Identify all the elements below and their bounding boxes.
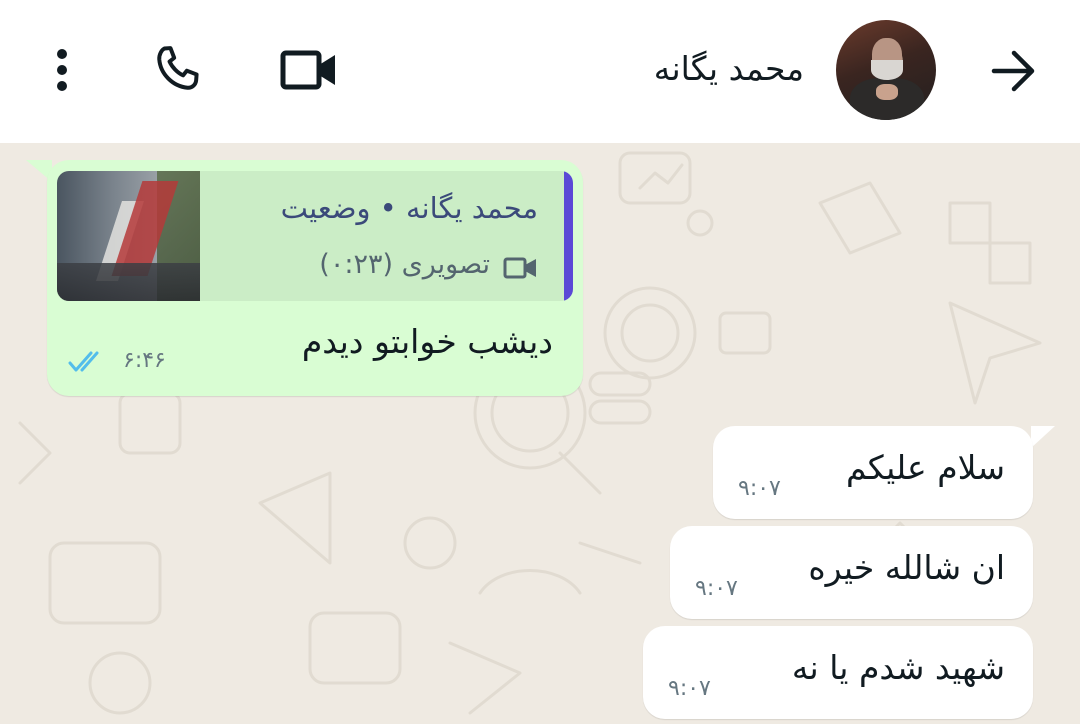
status-thumbnail xyxy=(57,171,200,301)
incoming-message[interactable]: سلام علیکم ۹:۰۷ xyxy=(713,426,1033,519)
avatar-beard xyxy=(871,60,903,80)
more-vertical-icon xyxy=(57,49,67,91)
chat-screen: محمد یگانه محمد یگانه • وضعیت تصویری (۰:… xyxy=(0,0,1080,724)
outgoing-message[interactable]: محمد یگانه • وضعیت تصویری (۰:۲۳) دیشب خو… xyxy=(47,160,583,396)
message-text: ان شالله خیره xyxy=(808,548,1005,587)
more-options-button[interactable] xyxy=(40,44,84,96)
contact-avatar[interactable] xyxy=(836,20,936,120)
double-check-icon xyxy=(68,351,99,372)
arrow-back-icon xyxy=(991,50,1035,92)
incoming-message[interactable]: شهید شدم یا نه ۹:۰۷ xyxy=(643,626,1033,719)
status-reply-quote[interactable]: محمد یگانه • وضعیت تصویری (۰:۲۳) xyxy=(57,171,573,301)
video-call-button[interactable] xyxy=(276,44,342,96)
message-time: ۹:۰۷ xyxy=(695,576,738,601)
video-camera-icon xyxy=(280,50,335,90)
message-list[interactable]: محمد یگانه • وضعیت تصویری (۰:۲۳) دیشب خو… xyxy=(0,143,1080,724)
phone-icon xyxy=(157,46,199,90)
message-text: شهید شدم یا نه xyxy=(791,648,1005,687)
incoming-bubble-tail xyxy=(1031,426,1055,448)
chat-header: محمد یگانه xyxy=(0,0,1080,143)
message-text: دیشب خوابتو دیدم xyxy=(301,322,553,361)
message-time: ۹:۰۷ xyxy=(668,676,711,701)
back-button[interactable] xyxy=(982,44,1044,98)
quote-media-label: تصویری (۰:۲۳) xyxy=(319,249,490,280)
quote-accent-bar xyxy=(564,171,573,301)
video-icon xyxy=(503,257,536,279)
avatar-hands xyxy=(876,84,898,100)
incoming-message[interactable]: ان شالله خیره ۹:۰۷ xyxy=(670,526,1033,619)
message-text: سلام علیکم xyxy=(845,448,1005,487)
thumbnail-crowd xyxy=(57,263,200,301)
voice-call-button[interactable] xyxy=(145,40,209,100)
quote-title: محمد یگانه • وضعیت xyxy=(280,191,538,225)
message-time: ۶:۴۶ xyxy=(123,348,166,373)
contact-name[interactable]: محمد یگانه xyxy=(654,44,804,94)
message-time: ۹:۰۷ xyxy=(738,476,781,501)
